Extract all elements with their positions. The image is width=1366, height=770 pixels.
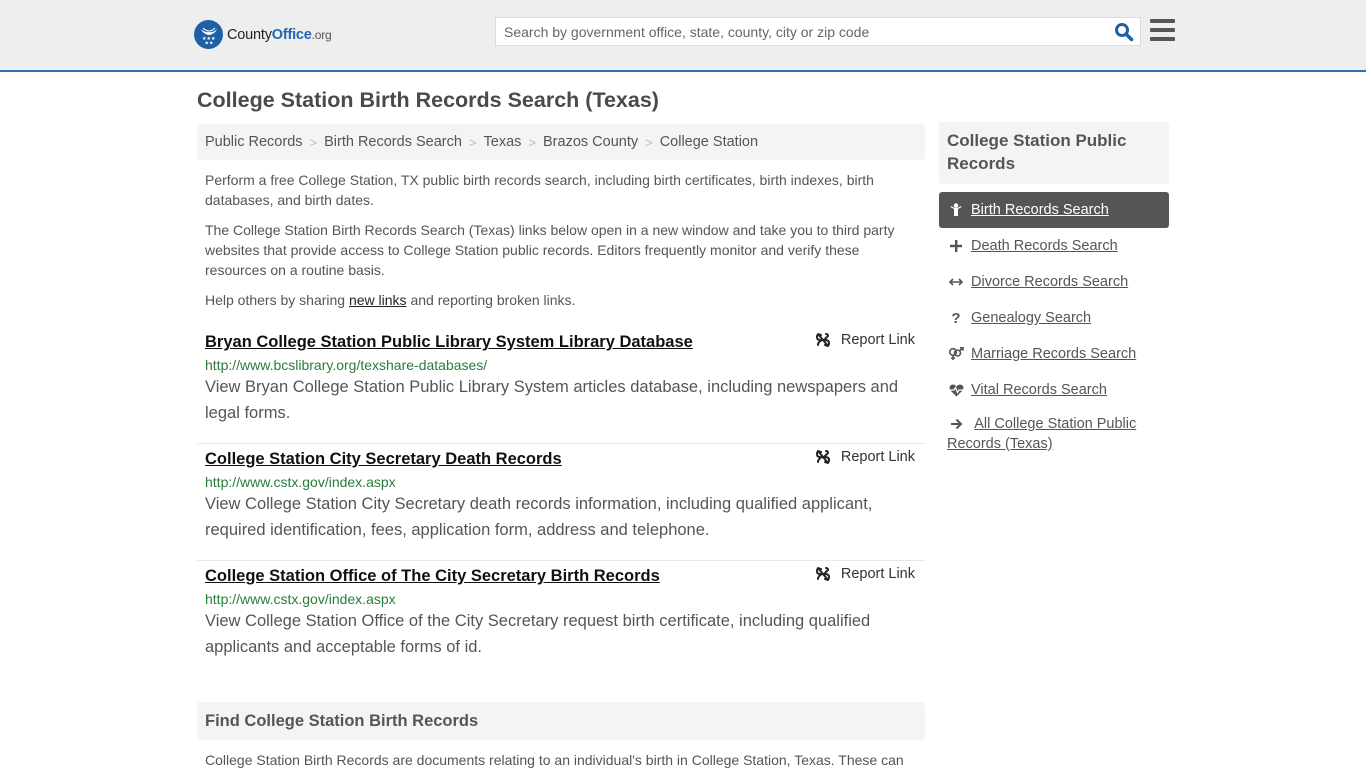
breadcrumb-brazos-county[interactable]: Brazos County (543, 134, 638, 150)
sidebar-heading: College Station Public Records (939, 122, 1169, 184)
result-url: http://www.bcslibrary.org/texshare-datab… (205, 357, 488, 373)
search-icon (1115, 23, 1134, 42)
sidebar-item-genealogy[interactable]: ? Genealogy Search (939, 300, 1169, 336)
site-header: ★★★ ★★ CountyOffice.org (0, 0, 1366, 72)
breadcrumb-public-records[interactable]: Public Records (205, 134, 303, 150)
arrow-right-icon (947, 416, 965, 432)
intro-text: Perform a free College Station, TX publi… (205, 170, 917, 320)
result-description: View College Station City Secretary deat… (205, 495, 873, 539)
breadcrumb-college-station: College Station (659, 134, 759, 150)
report-link-button[interactable]: Report Link (815, 332, 915, 348)
breadcrumb-separator: > (468, 134, 477, 150)
logo-wordmark: CountyOffice.org (227, 26, 332, 43)
sidebar-item-divorce-records[interactable]: Divorce Records Search (939, 264, 1169, 300)
result-url: http://www.cstx.gov/index.aspx (205, 591, 396, 607)
report-link-button[interactable]: Report Link (815, 566, 915, 582)
search-button[interactable] (1114, 22, 1134, 42)
result-item: Bryan College Station Public Library Sys… (197, 327, 925, 444)
result-title-link[interactable]: Bryan College Station Public Library Sys… (205, 333, 693, 352)
page-title: College Station Birth Records Search (Te… (197, 88, 659, 112)
search-box (495, 17, 1141, 46)
breadcrumb-separator: > (309, 134, 318, 150)
result-item: College Station Office of The City Secre… (197, 561, 925, 678)
breadcrumb-texas[interactable]: Texas (484, 134, 522, 150)
result-item: College Station City Secretary Death Rec… (197, 444, 925, 561)
intro-paragraph: Perform a free College Station, TX publi… (205, 172, 874, 208)
question-icon: ? (951, 309, 961, 327)
broken-link-icon (815, 450, 830, 464)
site-logo[interactable]: ★★★ ★★ CountyOffice.org (194, 20, 332, 49)
intro-share-paragraph: Help others by sharing new links and rep… (205, 292, 576, 308)
sidebar-item-vital-records[interactable]: Vital Records Search (939, 372, 1169, 408)
broken-link-icon (815, 333, 830, 347)
find-section-heading: Find College Station Birth Records (197, 702, 925, 740)
sidebar-nav: Birth Records Search Death Records Searc… (939, 192, 1169, 454)
new-links-link[interactable]: new links (349, 292, 407, 308)
intro-paragraph: The College Station Birth Records Search… (205, 222, 895, 278)
find-section-text: College Station Birth Records are docume… (205, 752, 904, 768)
venus-mars-icon (947, 346, 965, 362)
sidebar-item-all-public-records[interactable]: All College Station Public Records (Texa… (939, 408, 1169, 454)
heartbeat-icon (947, 382, 965, 398)
result-description: View Bryan College Station Public Librar… (205, 378, 899, 422)
result-description: View College Station Office of the City … (205, 612, 871, 656)
search-input[interactable] (496, 18, 1106, 45)
breadcrumb-birth-records-search[interactable]: Birth Records Search (324, 134, 462, 150)
svg-text:★★: ★★ (204, 40, 213, 46)
broken-link-icon (815, 567, 830, 581)
results-list: Bryan College Station Public Library Sys… (197, 327, 925, 678)
breadcrumb-separator: > (528, 134, 536, 150)
arrows-left-right-icon (947, 274, 965, 290)
breadcrumb-separator: > (645, 134, 653, 150)
result-title-link[interactable]: College Station City Secretary Death Rec… (205, 450, 562, 469)
report-link-button[interactable]: Report Link (815, 449, 915, 465)
baby-icon (947, 202, 965, 218)
eagle-stars-badge-icon: ★★★ ★★ (194, 20, 223, 49)
hamburger-menu-icon[interactable] (1150, 19, 1175, 41)
sidebar-item-marriage-records[interactable]: Marriage Records Search (939, 336, 1169, 372)
result-title-link[interactable]: College Station Office of The City Secre… (205, 567, 660, 586)
cross-icon (947, 238, 965, 254)
sidebar-item-birth-records[interactable]: Birth Records Search (939, 192, 1169, 228)
breadcrumb: Public Records > Birth Records Search > … (197, 124, 925, 160)
sidebar-item-death-records[interactable]: Death Records Search (939, 228, 1169, 264)
result-url: http://www.cstx.gov/index.aspx (205, 474, 396, 490)
